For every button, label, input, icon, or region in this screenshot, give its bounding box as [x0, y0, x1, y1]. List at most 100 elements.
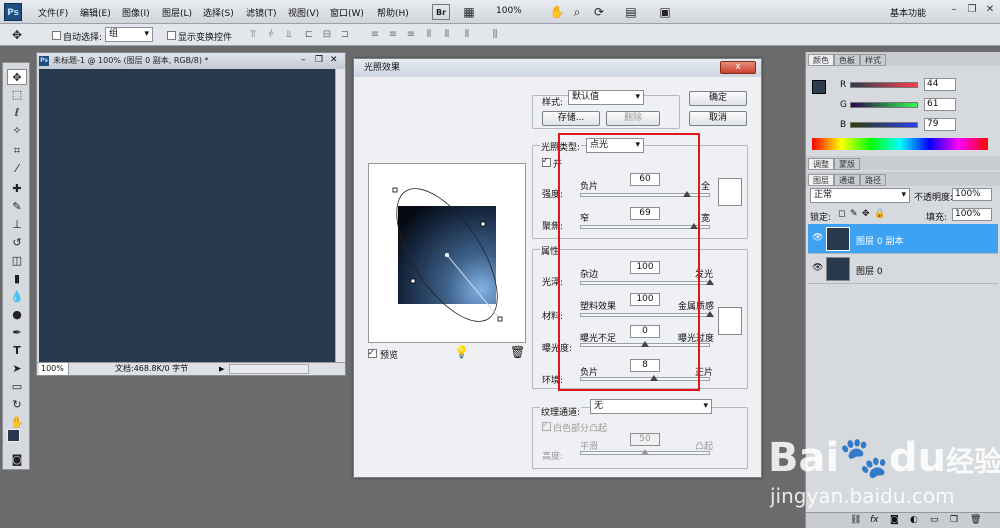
doc-close-icon[interactable]: ✕ [330, 55, 338, 65]
minimize-icon[interactable]: – [948, 4, 960, 16]
horizontal-scrollbar[interactable] [229, 364, 309, 374]
menu-help[interactable]: 帮助(H) [377, 6, 409, 19]
delete-style-button[interactable]: 删除 [606, 111, 660, 126]
blur-tool-icon[interactable]: 💧 [7, 289, 27, 305]
crop-tool-icon[interactable]: ⌗ [7, 143, 27, 159]
tab-paths[interactable]: 路径 [860, 174, 886, 186]
gloss-slider-thumb[interactable] [706, 279, 714, 285]
dialog-close-button[interactable]: x [720, 61, 756, 74]
shape-tool-icon[interactable]: ▭ [7, 379, 27, 395]
zoom-tool-icon[interactable]: ⌕ [568, 4, 586, 20]
gradient-tool-icon[interactable]: ▮ [7, 271, 27, 287]
light-center-handle[interactable] [445, 253, 449, 257]
ambient-color-swatch[interactable] [718, 307, 742, 335]
screen-mode-icon[interactable]: ▣ [656, 4, 674, 20]
new-layer-icon[interactable]: ❐ [950, 515, 958, 525]
align-vcenter-icon[interactable]: ⫩ [264, 29, 278, 41]
b-channel-bar[interactable] [850, 122, 918, 128]
auto-select-dropdown[interactable]: 组 [105, 27, 153, 42]
cancel-button[interactable]: 取消 [689, 111, 747, 126]
tab-layers[interactable]: 图层 [808, 174, 834, 186]
layer-style-icon[interactable]: fx [870, 515, 879, 525]
layer-name[interactable]: 图层 0 [856, 264, 883, 277]
menu-view[interactable]: 视图(V) [288, 6, 319, 19]
align-bottom-icon[interactable]: ⫫ [282, 29, 296, 41]
layer-name[interactable]: 图层 0 副本 [856, 234, 903, 247]
material-slider-thumb[interactable] [706, 311, 714, 317]
workspace-switcher[interactable]: 基本功能 [890, 6, 926, 19]
align-hcenter-icon[interactable]: ⊟ [320, 29, 334, 41]
align-left-icon[interactable]: ⊏ [302, 29, 316, 41]
foreground-color-swatch[interactable] [7, 429, 20, 442]
auto-select-checkbox[interactable] [52, 31, 61, 40]
menu-window[interactable]: 窗口(W) [330, 6, 364, 19]
trash-icon[interactable]: 🗑 [510, 345, 525, 359]
marquee-tool-icon[interactable]: ⬚ [7, 87, 27, 103]
preview-area[interactable] [368, 163, 526, 343]
fill-input[interactable]: 100% [952, 208, 992, 221]
3d-rotate-icon[interactable]: ↻ [7, 397, 27, 413]
r-channel-bar[interactable] [850, 82, 918, 88]
menu-select[interactable]: 选择(S) [203, 6, 234, 19]
hand-tool-icon[interactable]: ✋ [548, 4, 566, 20]
move-tool-preset-icon[interactable]: ✥ [8, 27, 26, 43]
menu-layer[interactable]: 图层(L) [162, 6, 192, 19]
healing-brush-icon[interactable]: ✚ [7, 181, 27, 197]
quick-mask-icon[interactable]: ◙ [7, 452, 27, 468]
r-value-input[interactable]: 44 [924, 78, 956, 91]
tab-swatches[interactable]: 色板 [834, 54, 860, 66]
lock-transparency-icon[interactable]: ◻ [838, 209, 845, 219]
clone-stamp-icon[interactable]: ⊥ [7, 217, 27, 233]
dodge-tool-icon[interactable]: ● [7, 307, 27, 323]
view-extras-icon[interactable]: ▦ [460, 4, 478, 20]
tab-styles[interactable]: 样式 [860, 54, 886, 66]
light-preview-svg[interactable] [369, 164, 527, 344]
distribute-top-icon[interactable]: ≡ [368, 29, 382, 41]
bridge-button[interactable]: Br [432, 4, 450, 20]
light-color-swatch[interactable] [718, 178, 742, 206]
ok-button[interactable]: 确定 [689, 91, 747, 106]
lock-pixels-icon[interactable]: ✎ [850, 209, 858, 219]
arrange-documents-icon[interactable]: ▤ [622, 4, 640, 20]
light-handle-top[interactable] [392, 187, 398, 193]
light-handle-bottom[interactable] [497, 316, 503, 322]
pen-tool-icon[interactable]: ✒ [7, 325, 27, 341]
color-spectrum-bar[interactable] [812, 138, 988, 150]
move-tool-icon[interactable]: ✥ [7, 69, 27, 85]
texture-channel-dropdown[interactable]: 无 [590, 399, 712, 414]
type-tool-icon[interactable]: T [7, 343, 27, 359]
blend-mode-dropdown[interactable]: 正常 [810, 188, 910, 203]
menu-filter[interactable]: 滤镜(T) [246, 6, 277, 19]
tab-masks[interactable]: 蒙版 [834, 158, 860, 170]
link-layers-icon[interactable]: ⛓ [850, 515, 861, 525]
new-group-icon[interactable]: ▭ [930, 515, 939, 525]
g-channel-bar[interactable] [850, 102, 918, 108]
close-app-icon[interactable]: ✕ [984, 4, 996, 16]
align-right-icon[interactable]: ⊐ [338, 29, 352, 41]
align-top-icon[interactable]: ⫪ [246, 29, 260, 41]
distribute-right-icon[interactable]: ⦀ [460, 29, 474, 41]
lasso-tool-icon[interactable]: ℓ [7, 105, 27, 121]
g-value-input[interactable]: 61 [924, 98, 956, 111]
history-brush-icon[interactable]: ↺ [7, 235, 27, 251]
zoom-level-select[interactable]: 100% [496, 6, 522, 16]
lock-all-icon[interactable]: 🔒 [874, 209, 885, 219]
b-value-input[interactable]: 79 [924, 118, 956, 131]
lock-position-icon[interactable]: ✥ [862, 209, 870, 219]
restore-icon[interactable]: ❐ [966, 4, 978, 16]
document-tab[interactable]: 未标题-1 @ 100% (图层 0 副本, RGB/8) * [37, 53, 345, 69]
height-input[interactable]: 50 [630, 433, 660, 446]
style-dropdown[interactable]: 默认值 [568, 90, 644, 105]
delete-layer-icon[interactable]: 🗑 [970, 515, 981, 525]
doc-restore-icon[interactable]: ❐ [315, 55, 323, 65]
menu-edit[interactable]: 编辑(E) [80, 6, 111, 19]
light-handle-right[interactable] [480, 221, 486, 227]
magic-wand-icon[interactable]: ✧ [7, 123, 27, 139]
status-arrow-icon[interactable]: ▶ [219, 363, 224, 375]
doc-minimize-icon[interactable]: – [301, 55, 306, 65]
height-slider-thumb[interactable] [641, 449, 649, 455]
auto-align-icon[interactable]: ⫼ [488, 29, 502, 41]
layer-row-base[interactable]: 👁 图层 0 [808, 254, 998, 284]
add-mask-icon[interactable]: ◙ [890, 515, 899, 525]
save-style-button[interactable]: 存储... [542, 111, 600, 126]
